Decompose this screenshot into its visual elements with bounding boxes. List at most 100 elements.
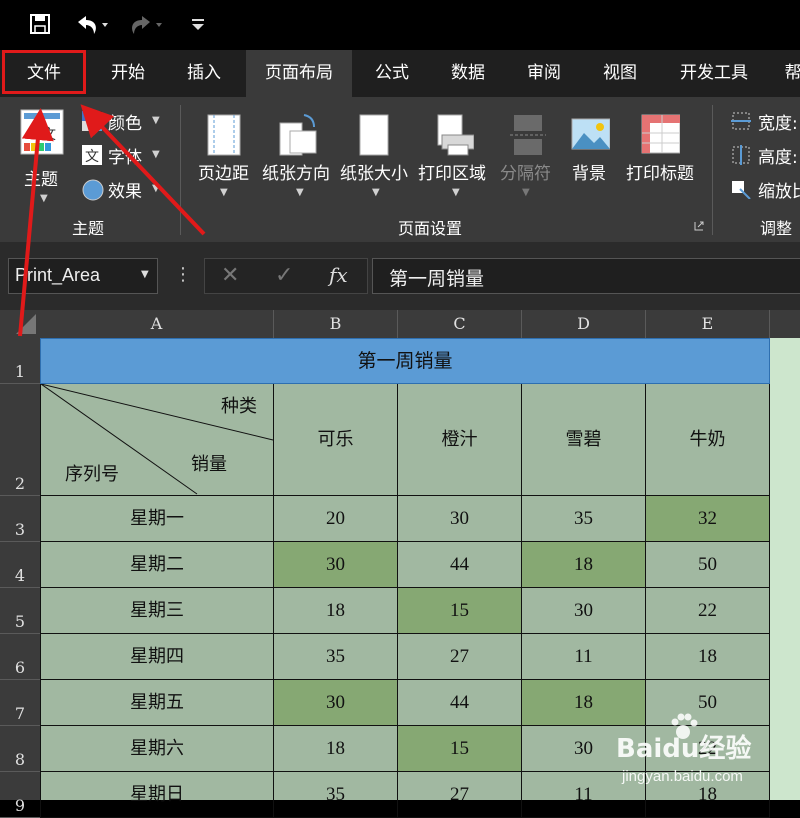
- chevron-down-icon[interactable]: ▼: [141, 269, 149, 280]
- value-cell[interactable]: 44: [398, 680, 522, 726]
- value-cell[interactable]: 30: [398, 496, 522, 542]
- tab-developer[interactable]: 开发工具: [662, 50, 766, 97]
- day-cell[interactable]: 星期一: [40, 496, 274, 542]
- height-control[interactable]: 高度:: [730, 143, 800, 168]
- breaks-button[interactable]: 分隔符 ▼: [498, 103, 558, 213]
- value-cell[interactable]: 18: [274, 726, 398, 772]
- day-cell[interactable]: 星期五: [40, 680, 274, 726]
- size-button[interactable]: 纸张大小 ▼: [340, 103, 414, 213]
- orientation-icon: [279, 114, 317, 156]
- insert-function-icon[interactable]: fx: [329, 263, 348, 287]
- dialog-launcher-icon[interactable]: [694, 221, 704, 231]
- row-header-4[interactable]: 4: [0, 542, 40, 588]
- day-cell[interactable]: 星期六: [40, 726, 274, 772]
- tab-formulas[interactable]: 公式: [356, 50, 428, 97]
- redo-icon[interactable]: [128, 14, 164, 36]
- value-cell[interactable]: 18: [522, 542, 646, 588]
- chevron-down-icon: ▼: [220, 187, 228, 198]
- tab-review[interactable]: 审阅: [508, 50, 580, 97]
- tab-help[interactable]: 帮: [778, 50, 800, 97]
- diagonal-header-cell[interactable]: 种类 销量 序列号: [40, 384, 274, 496]
- value-cell[interactable]: 30: [522, 588, 646, 634]
- column-header-a[interactable]: A: [40, 310, 274, 338]
- value-cell[interactable]: 32: [646, 496, 770, 542]
- row-header-3[interactable]: 3: [0, 496, 40, 542]
- value-cell[interactable]: 22: [646, 588, 770, 634]
- print-titles-label: 打印标题: [626, 164, 694, 184]
- theme-colors-button[interactable]: 颜色 ▼: [82, 109, 172, 134]
- background-button[interactable]: 背景: [564, 103, 616, 213]
- value-cell[interactable]: 18: [274, 588, 398, 634]
- select-all-corner[interactable]: [0, 310, 40, 338]
- column-header-c[interactable]: C: [398, 310, 522, 338]
- width-control[interactable]: 宽度:: [730, 109, 800, 134]
- row-header-9[interactable]: 9: [0, 772, 40, 818]
- tab-view[interactable]: 视图: [584, 50, 656, 97]
- column-headers: A B C D E: [0, 310, 800, 338]
- themes-button[interactable]: 文 主题 ▼: [12, 103, 74, 213]
- value-cell[interactable]: 11: [522, 634, 646, 680]
- value-cell[interactable]: 44: [398, 542, 522, 588]
- print-area-icon: [437, 114, 474, 156]
- theme-effects-button[interactable]: 效果 ▼: [82, 177, 172, 202]
- row-header-1[interactable]: 1: [0, 338, 40, 384]
- value-cell[interactable]: 27: [398, 772, 522, 818]
- header-cell-orange-juice[interactable]: 橙汁: [398, 384, 522, 496]
- header-cell-cola[interactable]: 可乐: [274, 384, 398, 496]
- print-area-button[interactable]: 打印区域 ▼: [418, 103, 494, 213]
- value-cell[interactable]: 15: [398, 588, 522, 634]
- file-tab-highlight-box: [2, 50, 86, 94]
- value-cell[interactable]: 30: [274, 542, 398, 588]
- print-area-label: 打印区域: [418, 164, 486, 184]
- undo-icon[interactable]: [74, 14, 110, 36]
- tab-home[interactable]: 开始: [92, 50, 164, 97]
- formula-input[interactable]: 第一周销量: [372, 258, 800, 294]
- themes-icon: 文: [20, 109, 64, 155]
- name-box[interactable]: Print_Area ▼: [8, 258, 158, 294]
- column-header-e[interactable]: E: [646, 310, 770, 338]
- colors-icon: [82, 111, 102, 131]
- value-cell[interactable]: 20: [274, 496, 398, 542]
- save-icon[interactable]: [30, 14, 50, 34]
- more-options-icon[interactable]: ⋮: [174, 264, 192, 285]
- row-header-5[interactable]: 5: [0, 588, 40, 634]
- tab-page-layout[interactable]: 页面布局: [246, 50, 352, 97]
- watermark-brand: Baidu经验: [616, 734, 752, 764]
- scale-control[interactable]: 缩放比: [730, 177, 800, 202]
- orientation-label: 纸张方向: [262, 164, 330, 184]
- size-label: 纸张大小: [340, 164, 408, 184]
- print-titles-button[interactable]: 打印标题: [622, 103, 702, 213]
- value-cell[interactable]: 50: [646, 542, 770, 588]
- theme-fonts-button[interactable]: 文 字体 ▼: [82, 143, 172, 168]
- enter-check-icon[interactable]: ✓: [275, 263, 293, 288]
- value-cell[interactable]: 15: [398, 726, 522, 772]
- header-cell-sprite[interactable]: 雪碧: [522, 384, 646, 496]
- margins-button[interactable]: 页边距 ▼: [194, 103, 258, 213]
- cancel-icon[interactable]: ✕: [221, 263, 239, 288]
- day-cell[interactable]: 星期三: [40, 588, 274, 634]
- row-header-8[interactable]: 8: [0, 726, 40, 772]
- value-cell[interactable]: 35: [274, 634, 398, 680]
- header-cell-milk[interactable]: 牛奶: [646, 384, 770, 496]
- orientation-button[interactable]: 纸张方向 ▼: [262, 103, 338, 213]
- day-cell[interactable]: 星期四: [40, 634, 274, 680]
- customize-icon[interactable]: [190, 18, 206, 32]
- margins-label: 页边距: [198, 164, 249, 184]
- tab-insert[interactable]: 插入: [168, 50, 240, 97]
- column-header-d[interactable]: D: [522, 310, 646, 338]
- day-cell[interactable]: 星期日: [40, 772, 274, 818]
- value-cell[interactable]: 18: [646, 634, 770, 680]
- value-cell[interactable]: 35: [522, 496, 646, 542]
- value-cell[interactable]: 35: [274, 772, 398, 818]
- day-cell[interactable]: 星期二: [40, 542, 274, 588]
- row-header-2[interactable]: 2: [0, 384, 40, 496]
- watermark-url: jingyan.baidu.com: [622, 768, 743, 785]
- title-cell[interactable]: 第一周销量: [40, 338, 770, 384]
- value-cell[interactable]: 30: [274, 680, 398, 726]
- scale-icon: [732, 181, 751, 199]
- tab-data[interactable]: 数据: [432, 50, 504, 97]
- row-header-6[interactable]: 6: [0, 634, 40, 680]
- column-header-b[interactable]: B: [274, 310, 398, 338]
- value-cell[interactable]: 27: [398, 634, 522, 680]
- row-header-7[interactable]: 7: [0, 680, 40, 726]
